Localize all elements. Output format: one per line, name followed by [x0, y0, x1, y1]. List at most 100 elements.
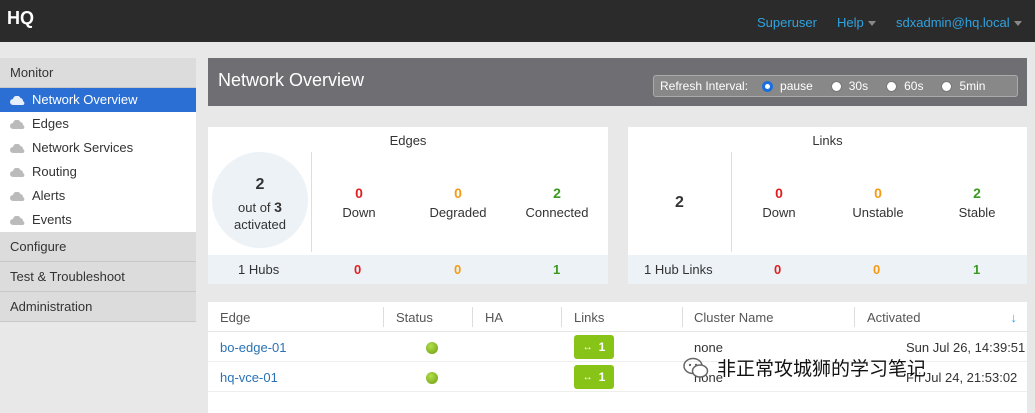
links-card: Links 2 0 Down 0 Unstable 2 Stable 1 Hub… [628, 127, 1027, 284]
chevron-down-icon [867, 21, 876, 27]
edges-degraded-count: 0 [454, 185, 462, 201]
sort-descending-icon[interactable]: ↓ [1011, 310, 1018, 325]
cluster-name: none [694, 340, 723, 355]
cloud-icon [10, 143, 26, 153]
links-down-stat: 0 Down [729, 185, 829, 220]
edge-name-link[interactable]: bo-edge-01 [220, 340, 287, 355]
user-menu[interactable]: sdxadmin@hq.local [896, 15, 1022, 30]
links-hub-row: 1 Hub Links 0 0 1 [628, 255, 1027, 284]
refresh-option-pause[interactable]: pause [762, 79, 813, 93]
links-count: 1 [598, 370, 606, 384]
sidebar-item-label: Network Overview [32, 92, 138, 107]
links-count: 1 [598, 340, 606, 354]
radio-label: 5min [959, 79, 986, 93]
link-arrows-icon: ↔ [582, 371, 593, 383]
column-header-status[interactable]: Status [396, 310, 433, 325]
radio-icon [941, 80, 953, 92]
links-total: 2 [675, 194, 684, 211]
links-stable-label: Stable [958, 205, 996, 220]
status-online-icon [426, 342, 438, 354]
column-separator [472, 307, 473, 327]
links-unstable-stat: 0 Unstable [828, 185, 928, 220]
column-header-cluster-name[interactable]: Cluster Name [694, 310, 773, 325]
column-separator [854, 307, 855, 327]
refresh-option-5min[interactable]: 5min [941, 79, 985, 93]
watermark-text: 非正常攻城狮的学习笔记 [717, 358, 927, 380]
cloud-icon [10, 167, 26, 177]
sidebar-item-label: Network Services [32, 140, 134, 155]
hubs-label: 1 Hubs [238, 262, 280, 277]
edges-card-title: Edges [389, 133, 427, 148]
links-card-title: Links [812, 133, 843, 148]
links-down-count: 0 [775, 185, 783, 201]
sidebar-item-label: Events [32, 212, 72, 227]
sidebar-item-label: Edges [32, 116, 69, 131]
page-header: Network Overview Refresh Interval: pause… [208, 58, 1027, 106]
sidebar-section-test-troubleshoot[interactable]: Test & Troubleshoot [0, 262, 196, 292]
sidebar-section-configure[interactable]: Configure [0, 232, 196, 262]
column-header-edge[interactable]: Edge [220, 310, 250, 325]
sidebar-item-routing[interactable]: Routing [0, 160, 196, 184]
page-title: Network Overview [218, 70, 365, 90]
top-bar: HQ Superuser Help sdxadmin@hq.local [0, 0, 1035, 42]
column-header-activated[interactable]: Activated [867, 310, 920, 325]
refresh-interval-label: Refresh Interval: [660, 79, 749, 93]
activated-count: 2 [255, 176, 265, 193]
edges-connected-label: Connected [525, 205, 589, 220]
hub-connected-count: 1 [553, 262, 561, 277]
links-stable-stat: 2 Stable [927, 185, 1027, 220]
edges-degraded-label: Degraded [429, 205, 487, 220]
links-stable-count: 2 [973, 185, 981, 201]
sidebar-item-alerts[interactable]: Alerts [0, 184, 196, 208]
wechat-icon [683, 357, 709, 379]
sidebar-section-monitor[interactable]: Monitor [0, 58, 196, 88]
cloud-icon [10, 191, 26, 201]
sidebar-item-edges[interactable]: Edges [0, 112, 196, 136]
refresh-interval-group: Refresh Interval: pause 30s 60s 5min [653, 75, 1018, 97]
column-header-ha[interactable]: HA [485, 310, 503, 325]
links-badge[interactable]: ↔ 1 [574, 365, 614, 389]
links-unstable-label: Unstable [852, 205, 904, 220]
radio-label: 60s [904, 79, 924, 93]
links-down-label: Down [762, 205, 796, 220]
help-menu[interactable]: Help [837, 15, 876, 30]
cloud-icon [10, 215, 26, 225]
refresh-option-60s[interactable]: 60s [886, 79, 923, 93]
radio-label: pause [780, 79, 813, 93]
radio-icon [830, 80, 842, 92]
superuser-link[interactable]: Superuser [757, 15, 817, 30]
table-header: Edge Status HA Links Cluster Name Activa… [208, 302, 1027, 332]
refresh-option-30s[interactable]: 30s [830, 79, 868, 93]
cloud-icon [10, 119, 26, 129]
cloud-icon [10, 95, 26, 105]
edges-hub-row: 1 Hubs 0 0 1 [208, 255, 608, 284]
edges-connected-stat: 2 Connected [507, 185, 607, 220]
sidebar-item-events[interactable]: Events [0, 208, 196, 232]
out-of-label: out of [238, 200, 271, 215]
sidebar-item-label: Alerts [32, 188, 66, 203]
column-separator [561, 307, 562, 327]
edge-name-link[interactable]: hq-vce-01 [220, 370, 278, 385]
radio-icon [886, 80, 898, 92]
link-arrows-icon: ↔ [582, 341, 593, 353]
radio-selected-icon [762, 80, 774, 92]
activated-summary: 2 out of 3 activated [212, 152, 308, 248]
total-edges: 3 [274, 199, 282, 215]
activated-label: activated [233, 217, 287, 232]
user-label: sdxadmin@hq.local [896, 15, 1010, 30]
sidebar-item-network-services[interactable]: Network Services [0, 136, 196, 160]
brand-title: HQ [7, 8, 34, 28]
sidebar-item-network-overview[interactable]: Network Overview [0, 88, 196, 112]
watermark: 非正常攻城狮的学习笔记 [683, 354, 926, 381]
hub-down-count: 0 [354, 262, 362, 277]
links-badge[interactable]: ↔ 1 [574, 335, 614, 359]
edges-card: Edges 2 out of 3 activated 0 Down 0 Degr… [208, 127, 608, 284]
sidebar-section-administration[interactable]: Administration [0, 292, 196, 322]
edges-down-stat: 0 Down [309, 185, 409, 220]
column-header-links[interactable]: Links [574, 310, 604, 325]
edges-down-count: 0 [355, 185, 363, 201]
links-unstable-count: 0 [874, 185, 882, 201]
status-online-icon [426, 372, 438, 384]
sidebar: Monitor Network Overview Edges Network S… [0, 58, 196, 322]
hub-links-down-count: 0 [774, 262, 782, 277]
